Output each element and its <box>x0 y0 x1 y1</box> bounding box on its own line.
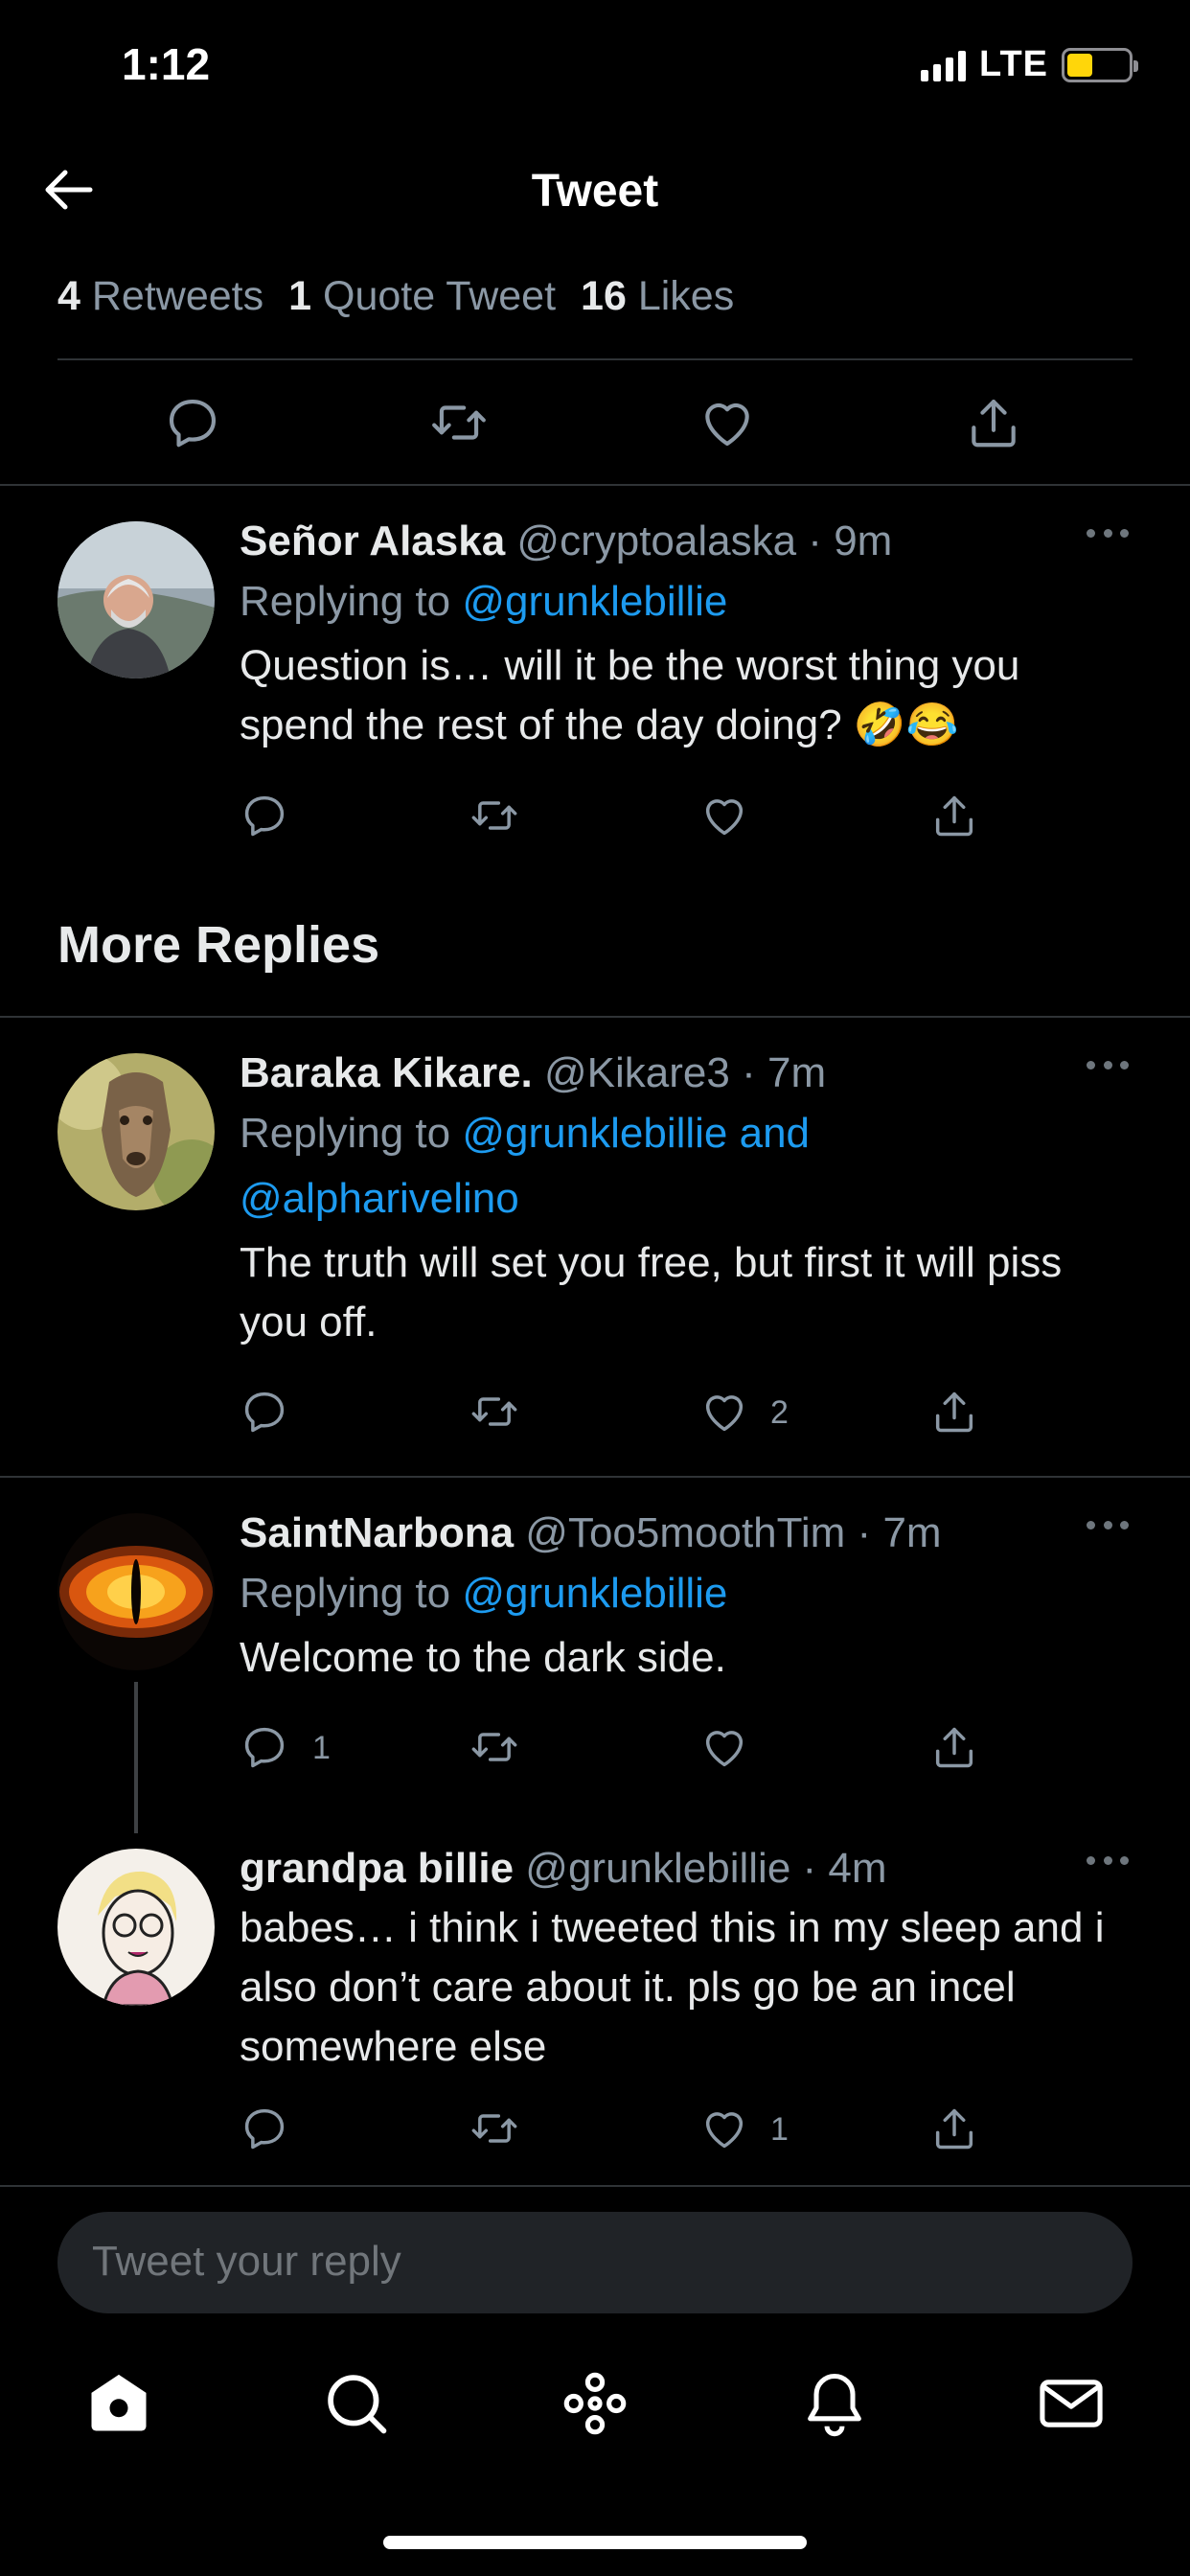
mention-link[interactable]: @grunklebillie <box>462 578 727 625</box>
messages-icon[interactable] <box>1035 2367 1108 2440</box>
like-icon[interactable] <box>699 791 749 840</box>
share-icon[interactable] <box>929 2104 979 2153</box>
divider <box>0 1476 1190 1478</box>
like-count: 2 <box>770 1394 789 1431</box>
quote-tweets-stat[interactable]: 1 Quote Tweet <box>288 273 556 320</box>
section-title: More Replies <box>57 916 380 974</box>
tweet-actions: 1 <box>240 1722 1006 1780</box>
search-icon[interactable] <box>320 2367 393 2440</box>
more-options-icon[interactable] <box>1087 1515 1129 1534</box>
page-title: Tweet <box>531 166 659 217</box>
display-name[interactable]: SaintNarbona <box>240 1509 514 1556</box>
tweet-text: The truth will set you free, but first i… <box>240 1239 1063 1346</box>
reply-icon[interactable] <box>163 393 222 452</box>
tweet-actions <box>240 791 1006 848</box>
reply-icon[interactable] <box>240 1722 289 1772</box>
replying-to: Replying to @grunklebillie and @alphariv… <box>240 1110 811 1222</box>
notifications-icon[interactable] <box>798 2367 871 2440</box>
divider <box>0 2185 1190 2187</box>
avatar[interactable] <box>57 1513 215 1670</box>
battery-icon <box>1062 47 1138 82</box>
status-time: 1:12 <box>122 39 211 89</box>
divider <box>0 1016 1190 1018</box>
timestamp: 9m <box>834 518 893 564</box>
like-icon[interactable] <box>699 1722 749 1772</box>
tweet-header: grandpa billie @grunklebillie · 4m <box>240 1845 887 1892</box>
avatar[interactable] <box>57 1849 215 2006</box>
timestamp: 7m <box>882 1509 942 1556</box>
tweet-text: Welcome to the dark side. <box>240 1634 726 1681</box>
likes-stat[interactable]: 16 Likes <box>581 273 734 320</box>
retweets-stat[interactable]: 4 Retweets <box>57 273 263 320</box>
tweet-actions: 1 <box>240 2104 1006 2161</box>
more-options-icon[interactable] <box>1087 523 1129 542</box>
handle[interactable]: @cryptoalaska <box>516 518 796 564</box>
status-indicators: LTE <box>921 44 1138 85</box>
timestamp: 7m <box>767 1049 827 1096</box>
reply-count: 1 <box>312 1730 331 1766</box>
tweet-header: SaintNarbona @Too5moothTim · 7m <box>240 1509 942 1556</box>
share-icon[interactable] <box>929 791 979 840</box>
avatar[interactable] <box>57 1053 215 1210</box>
home-icon[interactable] <box>82 2367 155 2440</box>
replying-to: Replying to @grunklebillie <box>240 578 728 625</box>
divider <box>57 358 1133 360</box>
tweet-header: Baraka Kikare. @Kikare3 · 7m <box>240 1049 827 1096</box>
tweet-actions: 2 <box>240 1387 1006 1444</box>
tab-bar <box>0 2367 1190 2453</box>
timestamp: 4m <box>828 1845 887 1892</box>
avatar[interactable] <box>57 521 215 678</box>
tweet-text: babes… i think i tweeted this in my slee… <box>240 1904 1105 2070</box>
share-icon[interactable] <box>929 1722 979 1772</box>
like-icon[interactable] <box>698 393 757 452</box>
like-count: 1 <box>770 2111 789 2148</box>
reply-placeholder: Tweet your reply <box>92 2238 401 2285</box>
reply-icon[interactable] <box>240 791 289 840</box>
tweet-stats: 4 Retweets 1 Quote Tweet 16 Likes <box>57 273 734 320</box>
mention-link[interactable]: @grunklebillie <box>462 1570 727 1617</box>
retweet-icon[interactable] <box>469 791 519 840</box>
more-options-icon[interactable] <box>1087 1851 1129 1870</box>
reply-input[interactable]: Tweet your reply <box>57 2212 1133 2313</box>
top-nav: Tweet <box>0 144 1190 236</box>
like-icon[interactable] <box>699 1387 749 1437</box>
share-icon[interactable] <box>964 393 1023 452</box>
display-name[interactable]: Señor Alaska <box>240 518 505 564</box>
more-options-icon[interactable] <box>1087 1055 1129 1074</box>
display-name[interactable]: grandpa billie <box>240 1845 514 1892</box>
reply-icon[interactable] <box>240 2104 289 2153</box>
divider <box>0 484 1190 486</box>
tweet-header: Señor Alaska @cryptoalaska · 9m <box>240 518 893 564</box>
display-name[interactable]: Baraka Kikare. <box>240 1049 533 1096</box>
retweet-icon[interactable] <box>469 2104 519 2153</box>
status-bar: 1:12 LTE <box>0 0 1190 134</box>
home-indicator <box>383 2536 807 2549</box>
retweet-icon[interactable] <box>469 1722 519 1772</box>
network-type: LTE <box>979 44 1048 84</box>
handle[interactable]: @Too5moothTim <box>525 1509 845 1556</box>
retweet-icon[interactable] <box>469 1387 519 1437</box>
retweet-icon[interactable] <box>429 393 489 452</box>
signal-icon <box>921 49 967 81</box>
like-icon[interactable] <box>699 2104 749 2153</box>
replying-to: Replying to @grunklebillie <box>240 1570 728 1617</box>
share-icon[interactable] <box>929 1387 979 1437</box>
tweet-text: Question is… will it be the worst thing … <box>240 642 1020 748</box>
spaces-icon[interactable] <box>559 2367 631 2440</box>
main-tweet-actions <box>0 383 1190 470</box>
thread-connector <box>134 1682 138 1833</box>
reply-icon[interactable] <box>240 1387 289 1437</box>
handle[interactable]: @Kikare3 <box>544 1049 730 1096</box>
handle[interactable]: @grunklebillie <box>525 1845 790 1892</box>
